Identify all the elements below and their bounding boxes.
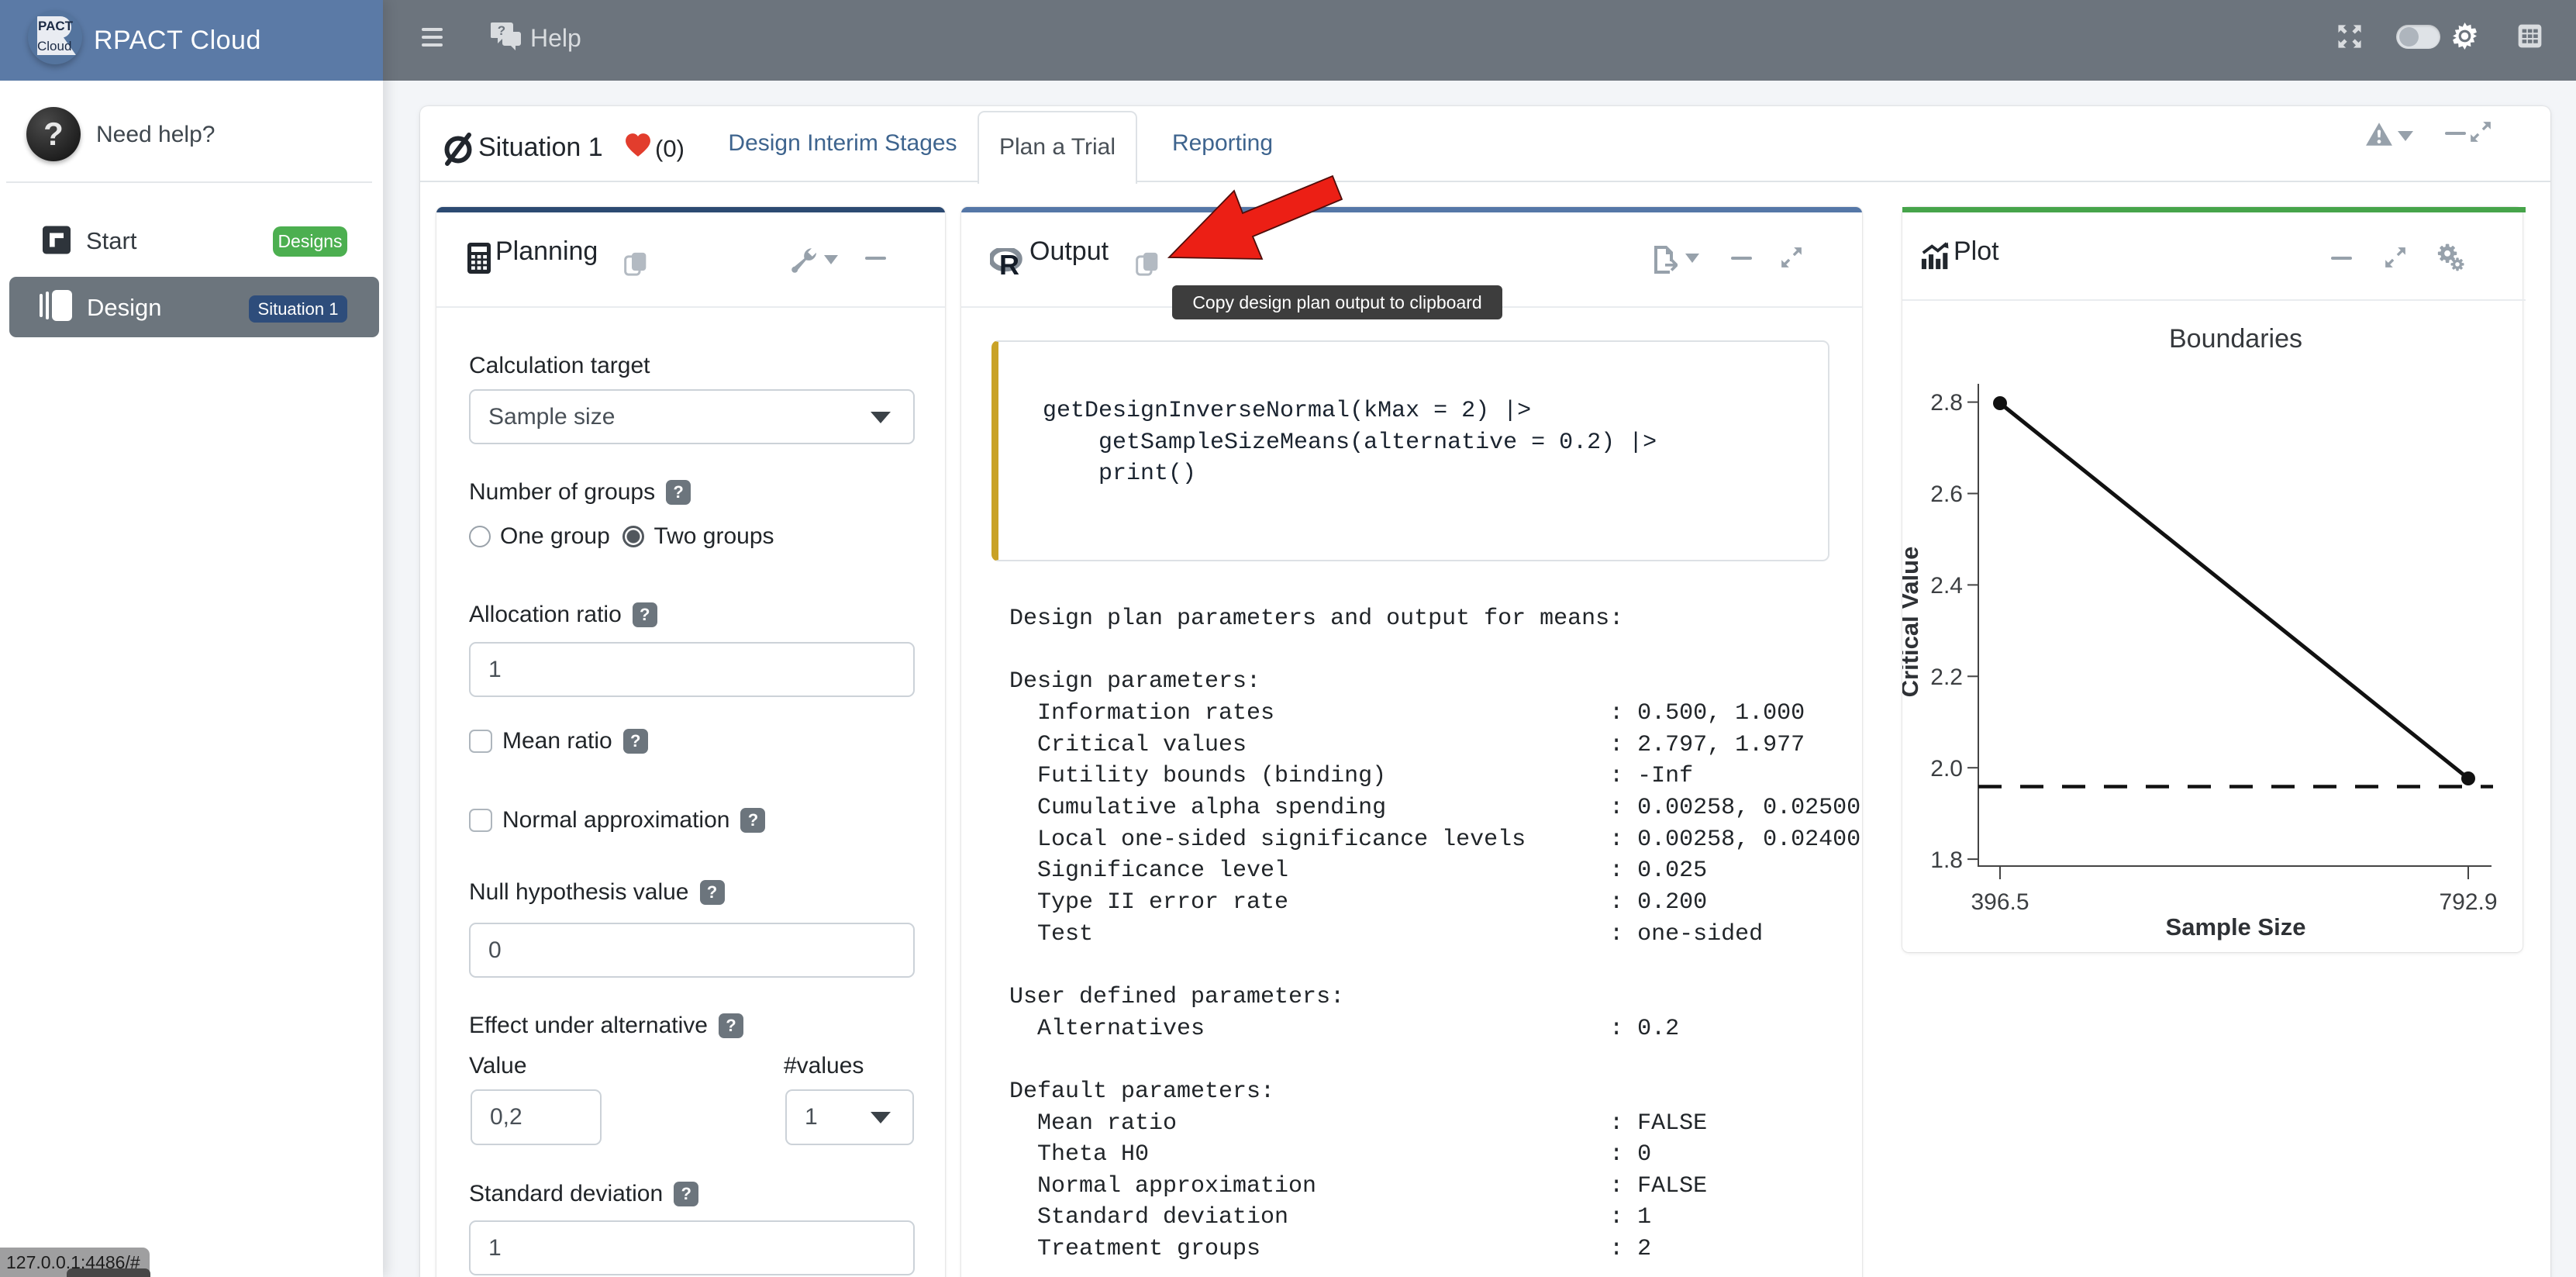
- svg-text:2.8: 2.8: [1930, 390, 1963, 416]
- svg-text:Boundaries: Boundaries: [2169, 324, 2302, 354]
- svg-text:PACT: PACT: [38, 19, 74, 33]
- svg-text:Sample Size: Sample Size: [2166, 913, 2306, 940]
- svg-text:396.5: 396.5: [1971, 889, 2029, 915]
- svg-text:Cloud: Cloud: [37, 39, 71, 53]
- svg-text:2.4: 2.4: [1930, 573, 1963, 599]
- svg-text:R: R: [999, 249, 1019, 276]
- svg-text:2.0: 2.0: [1930, 756, 1963, 782]
- svg-text:2.6: 2.6: [1930, 481, 1963, 507]
- svg-text:792.9: 792.9: [2439, 889, 2497, 915]
- svg-text:2.2: 2.2: [1930, 664, 1963, 690]
- svg-text:1.8: 1.8: [1930, 847, 1963, 873]
- svg-text:Critical Value: Critical Value: [1902, 547, 1923, 698]
